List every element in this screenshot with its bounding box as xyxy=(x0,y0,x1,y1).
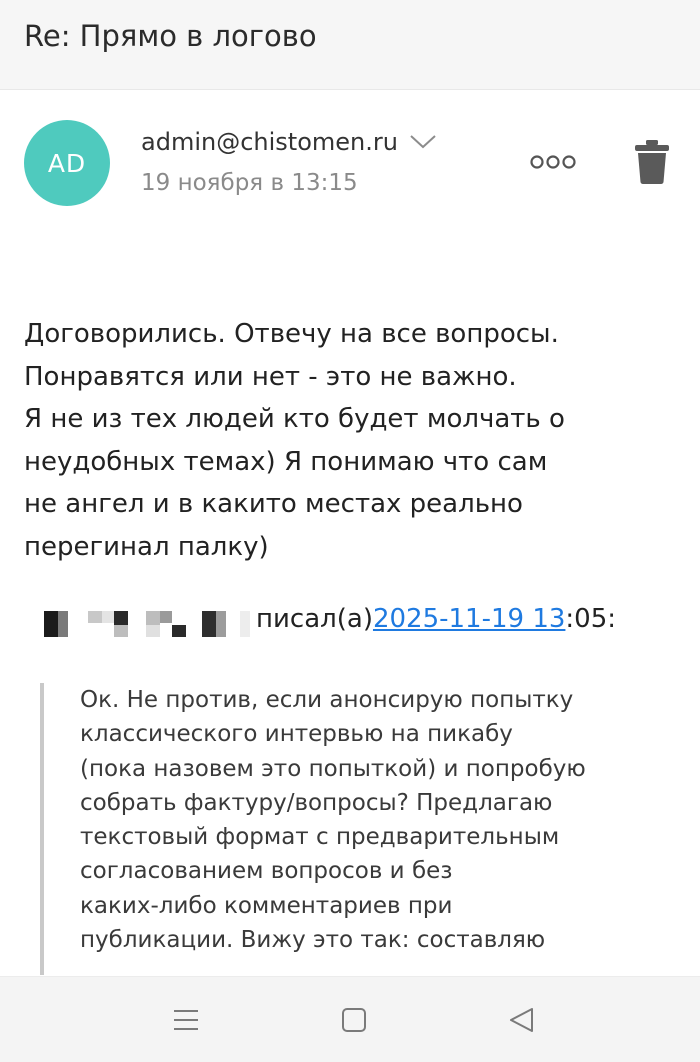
quote-line: согласованием вопросов и без xyxy=(80,858,453,885)
message-body: Договорились. Отвечу на все вопросы. Пон… xyxy=(24,313,684,568)
body-line: Я не из тех людей кто будет молчать о xyxy=(24,404,565,434)
subject-bar: Re: Прямо в логово xyxy=(0,0,700,90)
body-line: Понравятся или нет - это не важно. xyxy=(24,361,517,392)
sender-row[interactable]: admin@chistomen.ru xyxy=(141,128,438,156)
quote-line: каких-либо комментариев при xyxy=(80,892,453,919)
sender-address[interactable]: admin@chistomen.ru xyxy=(141,128,398,156)
body-line: перегинал палку) xyxy=(24,531,269,562)
chevron-down-icon[interactable] xyxy=(408,132,438,152)
redacted-author xyxy=(44,601,252,637)
back-triangle-icon[interactable] xyxy=(506,1005,538,1035)
quote-line: Ок. Не против, если анонсирую попытку xyxy=(80,687,574,713)
email-subject: Re: Прямо в логово xyxy=(24,19,317,53)
quote-date-link[interactable]: 2025-11-19 13 xyxy=(373,604,565,634)
home-square-icon[interactable] xyxy=(338,1005,370,1035)
body-line: не ангел и в какито местах реально xyxy=(24,489,523,519)
more-dots-icon[interactable] xyxy=(528,147,578,177)
quote-line: текстовый формат с предварительным xyxy=(80,824,560,851)
quote-time-suffix: :05: xyxy=(565,604,617,634)
quote-header: писал(а) 2025-11-19 13 :05: xyxy=(44,601,616,637)
quote-line: классического интервью на пикабу xyxy=(80,721,513,748)
trash-icon[interactable] xyxy=(632,138,672,186)
body-line: неудобных темах) Я понимаю что сам xyxy=(24,446,548,477)
system-nav-bar xyxy=(0,976,700,1062)
quote-line: (пока назовем это попыткой) и попробую xyxy=(80,755,586,782)
quoted-message: Ок. Не против, если анонсирую попытку кл… xyxy=(40,683,660,975)
quote-wrote-label: писал(а) xyxy=(256,604,373,634)
sender-avatar[interactable]: AD xyxy=(24,120,110,206)
body-line: Договорились. Отвечу на все вопросы. xyxy=(24,319,559,349)
menu-icon[interactable] xyxy=(170,1005,202,1035)
quote-line: публикации. Вижу это так: составляю xyxy=(80,927,546,954)
quote-line: собрать фактуру/вопросы? Предлагаю xyxy=(80,789,553,816)
message-date: 19 ноября в 13:15 xyxy=(141,170,358,196)
